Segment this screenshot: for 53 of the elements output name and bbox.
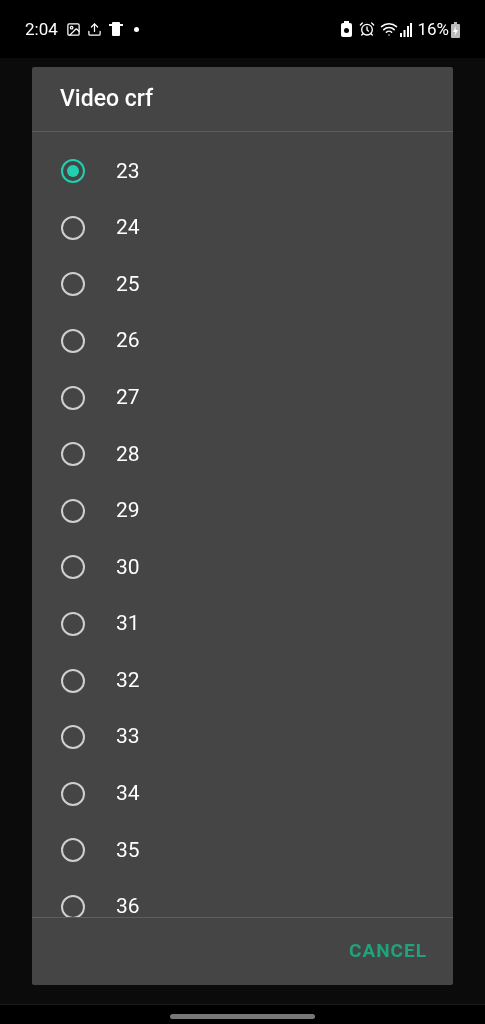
radio-option[interactable]: 31	[32, 595, 453, 653]
wifi-icon	[380, 20, 399, 38]
radio-button[interactable]	[61, 385, 85, 410]
radio-button[interactable]	[61, 272, 85, 297]
option-label: 34	[116, 780, 140, 808]
clock-time: 2:04	[25, 18, 58, 41]
radio-button[interactable]	[61, 838, 85, 863]
radio-option[interactable]: 25	[32, 256, 453, 313]
radio-button[interactable]	[61, 498, 85, 523]
option-label: 32	[116, 666, 140, 694]
option-label: 31	[116, 610, 140, 638]
radio-button[interactable]	[61, 725, 85, 750]
radio-button[interactable]	[61, 215, 85, 240]
radio-button[interactable]	[61, 895, 85, 917]
radio-option[interactable]: 26	[32, 312, 453, 370]
image-icon	[65, 22, 81, 37]
option-label: 28	[116, 440, 140, 468]
radio-option[interactable]: 29	[32, 482, 453, 540]
radio-option[interactable]: 24	[32, 199, 453, 257]
option-label: 24	[116, 214, 140, 242]
radio-button[interactable]	[61, 612, 85, 637]
radio-option[interactable]: 23	[32, 143, 453, 200]
upload-icon	[86, 22, 102, 37]
radio-option[interactable]: 30	[32, 539, 453, 596]
option-label: 36	[116, 893, 140, 917]
radio-button[interactable]	[61, 555, 85, 580]
radio-button[interactable]	[61, 442, 85, 467]
radio-option[interactable]: 32	[32, 652, 453, 709]
alarm-icon	[359, 21, 376, 37]
battery-percentage: 16%	[417, 18, 449, 41]
option-label: 23	[116, 157, 140, 185]
dot-icon	[133, 27, 139, 32]
signal-icon	[400, 23, 413, 37]
option-label: 33	[116, 723, 140, 751]
option-label: 29	[116, 497, 140, 525]
option-label: 26	[116, 327, 140, 355]
radio-button[interactable]	[61, 668, 85, 693]
radio-option[interactable]: 33	[32, 708, 453, 766]
radio-option[interactable]: 27	[32, 369, 453, 426]
battery-saver-icon	[341, 21, 353, 37]
radio-option[interactable]: 34	[32, 765, 453, 823]
option-label: 30	[116, 553, 140, 581]
radio-button[interactable]	[61, 329, 85, 354]
option-label: 35	[116, 836, 140, 864]
radio-button[interactable]	[61, 159, 85, 184]
radio-option[interactable]: 28	[32, 425, 453, 483]
radio-option[interactable]: 36	[32, 878, 453, 917]
radio-option[interactable]: 35	[32, 822, 453, 879]
option-label: 25	[116, 270, 140, 298]
dialog-title: Video crf	[60, 83, 154, 114]
option-label: 27	[116, 383, 140, 411]
battery-icon	[451, 22, 460, 38]
radio-button[interactable]	[61, 781, 85, 806]
